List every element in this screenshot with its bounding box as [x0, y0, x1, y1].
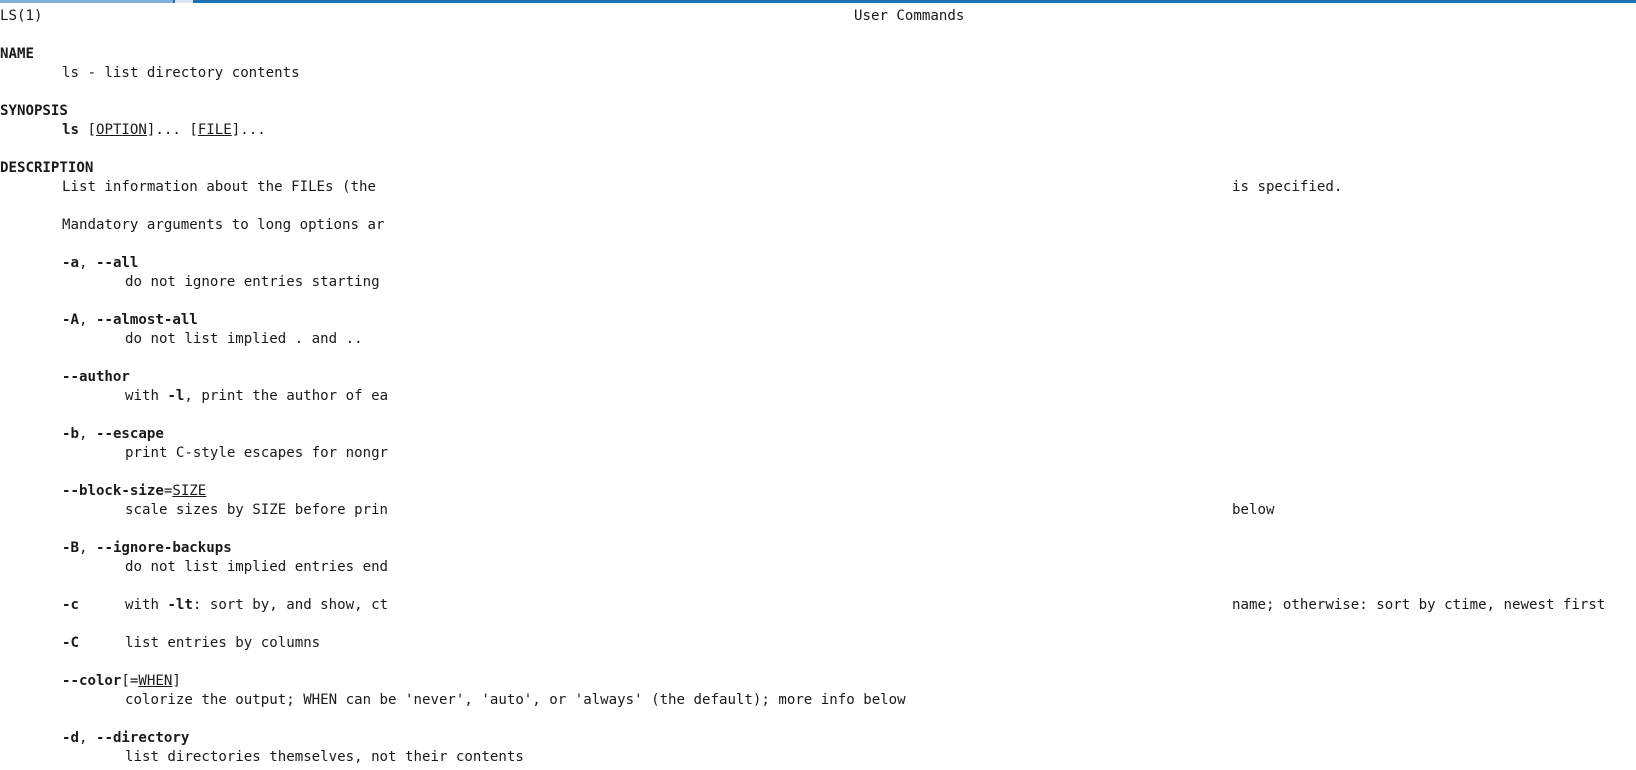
option-separator: ,: [78, 312, 96, 328]
option-short-flag: -B: [62, 540, 79, 556]
name-text: ls - list directory contents: [62, 65, 300, 81]
synopsis-punct: ]...: [231, 122, 266, 138]
option-b: -b, --escape: [62, 425, 164, 444]
man-header-center: User Commands: [854, 8, 965, 24]
option-separator: ,: [78, 255, 96, 271]
synopsis-file-arg: FILE: [197, 122, 232, 138]
option-long-flag: --block-size: [62, 483, 164, 499]
option-block-size-desc: scale sizes by SIZE before prin: [125, 502, 389, 518]
option-C-desc: list entries by columns: [125, 635, 321, 651]
option-a-desc: do not ignore entries starting: [125, 274, 380, 290]
desc-text: , print the author of ea: [184, 388, 389, 404]
option-short-flag: -a: [62, 255, 79, 271]
tab-indicator[interactable]: [175, 0, 193, 3]
desc-text: with: [125, 388, 168, 404]
synopsis-punct: [: [78, 122, 96, 138]
option-long-flag: --escape: [95, 426, 164, 442]
occluding-region: [404, 166, 1230, 630]
option-c-desc-tail: name; otherwise: sort by ctime, newest f…: [1232, 597, 1606, 613]
option-long-flag: --almost-all: [95, 312, 198, 328]
synopsis-option-arg: OPTION: [95, 122, 147, 138]
option-separator: ,: [78, 730, 96, 746]
description-line-2: Mandatory arguments to long options ar: [62, 217, 385, 233]
option-color-desc: colorize the output; WHEN can be 'never'…: [125, 692, 906, 708]
option-c-desc: with -lt: sort by, and show, ct: [125, 596, 388, 615]
option-B-desc: do not list implied entries end: [125, 559, 389, 575]
section-heading-synopsis: SYNOPSIS: [0, 103, 68, 119]
option-A-desc: do not list implied . and ..: [125, 331, 363, 347]
option-separator: ,: [78, 540, 96, 556]
option-block-size-desc-tail: below: [1232, 502, 1275, 518]
section-heading-name: NAME: [0, 46, 34, 62]
option-separator: ,: [78, 426, 96, 442]
section-heading-description: DESCRIPTION: [0, 160, 94, 176]
option-long-flag: --all: [95, 255, 139, 271]
option-author: --author: [62, 369, 130, 385]
option-A: -A, --almost-all: [62, 311, 198, 330]
option-c: -c: [62, 597, 79, 613]
option-short-flag: -A: [62, 312, 79, 328]
desc-text: : sort by, and show, ct: [192, 597, 389, 613]
desc-flag: -lt: [167, 597, 193, 613]
option-bracket: [=: [121, 673, 139, 689]
option-bracket: ]: [172, 673, 181, 689]
option-short-flag: -d: [62, 730, 79, 746]
option-color: --color[=WHEN]: [62, 672, 181, 691]
active-tab-indicator[interactable]: [0, 0, 173, 3]
option-arg: WHEN: [138, 673, 173, 689]
desc-text: with: [125, 597, 168, 613]
option-a: -a, --all: [62, 254, 138, 273]
synopsis-line: ls [OPTION]... [FILE]...: [62, 121, 266, 140]
option-B: -B, --ignore-backups: [62, 539, 232, 558]
option-long-flag: --ignore-backups: [95, 540, 232, 556]
option-long-flag: --directory: [95, 730, 190, 746]
option-d-desc: list directories themselves, not their c…: [125, 749, 524, 765]
man-header-left: LS(1): [0, 8, 43, 24]
option-C: -C: [62, 635, 79, 651]
option-author-desc: with -l, print the author of ea: [125, 387, 388, 406]
option-long-flag: --color: [62, 673, 122, 689]
option-short-flag: -b: [62, 426, 79, 442]
option-d: -d, --directory: [62, 729, 189, 748]
option-arg: SIZE: [172, 483, 207, 499]
option-b-desc: print C-style escapes for nongr: [125, 445, 389, 461]
description-line-1: List information about the FILEs (the: [62, 179, 376, 195]
description-line-1-tail: is specified.: [1232, 179, 1343, 195]
synopsis-punct: ]... [: [146, 122, 198, 138]
option-block-size: --block-size=SIZE: [62, 482, 206, 501]
window-top-border: [0, 0, 1636, 3]
desc-flag: -l: [167, 388, 185, 404]
synopsis-command: ls: [62, 122, 79, 138]
